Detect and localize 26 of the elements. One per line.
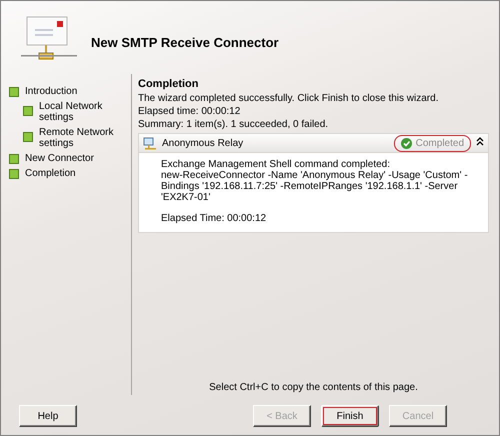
page-heading: Completion — [138, 78, 200, 90]
step-bullet-icon — [9, 169, 19, 179]
mail-connector-icon — [21, 14, 77, 62]
detail-text: Elapsed Time: 00:00:12 — [161, 213, 268, 224]
footer-text: Select Ctrl+C to copy the contents of this page. — [208, 382, 419, 393]
step-label: Completion — [25, 168, 76, 179]
step-bullet-icon — [23, 132, 33, 142]
step-label: Introduction — [25, 86, 78, 97]
wizard-button[interactable]: Finish — [321, 405, 379, 427]
summary-text: Summary: 1 item(s). 1 succeeded, 0 failed. — [138, 118, 330, 131]
step-label: New Connector — [25, 153, 94, 164]
connector-icon — [143, 136, 157, 150]
detail-text: new-ReceiveConnector -Name 'Anonymous Relay' -Usage 'Custom' -Bindings '192.168.11.7:25' -RemoteIPRanges '192.168.1.1' -Server 'EX2K7-01' — [161, 170, 469, 203]
step-bullet-icon — [9, 87, 19, 97]
step-bullet-icon — [9, 154, 19, 164]
summary-text: The wizard completed successfully. Click Finish to close this wizard. — [138, 92, 440, 105]
window-title: New SMTP Receive Connector — [91, 35, 279, 50]
step-label: Local Network settings — [39, 101, 104, 123]
status-label: Completed — [394, 134, 471, 152]
summary-text: Elapsed time: 00:00:12 — [138, 105, 242, 118]
detail-text: Exchange Management Shell command completed: — [161, 159, 392, 170]
result-name: Anonymous Relay — [162, 138, 244, 148]
help-button[interactable]: Help — [19, 405, 77, 427]
step-bullet-icon — [23, 106, 33, 116]
step-label: Remote Network settings — [39, 127, 114, 149]
check-icon — [400, 138, 412, 148]
